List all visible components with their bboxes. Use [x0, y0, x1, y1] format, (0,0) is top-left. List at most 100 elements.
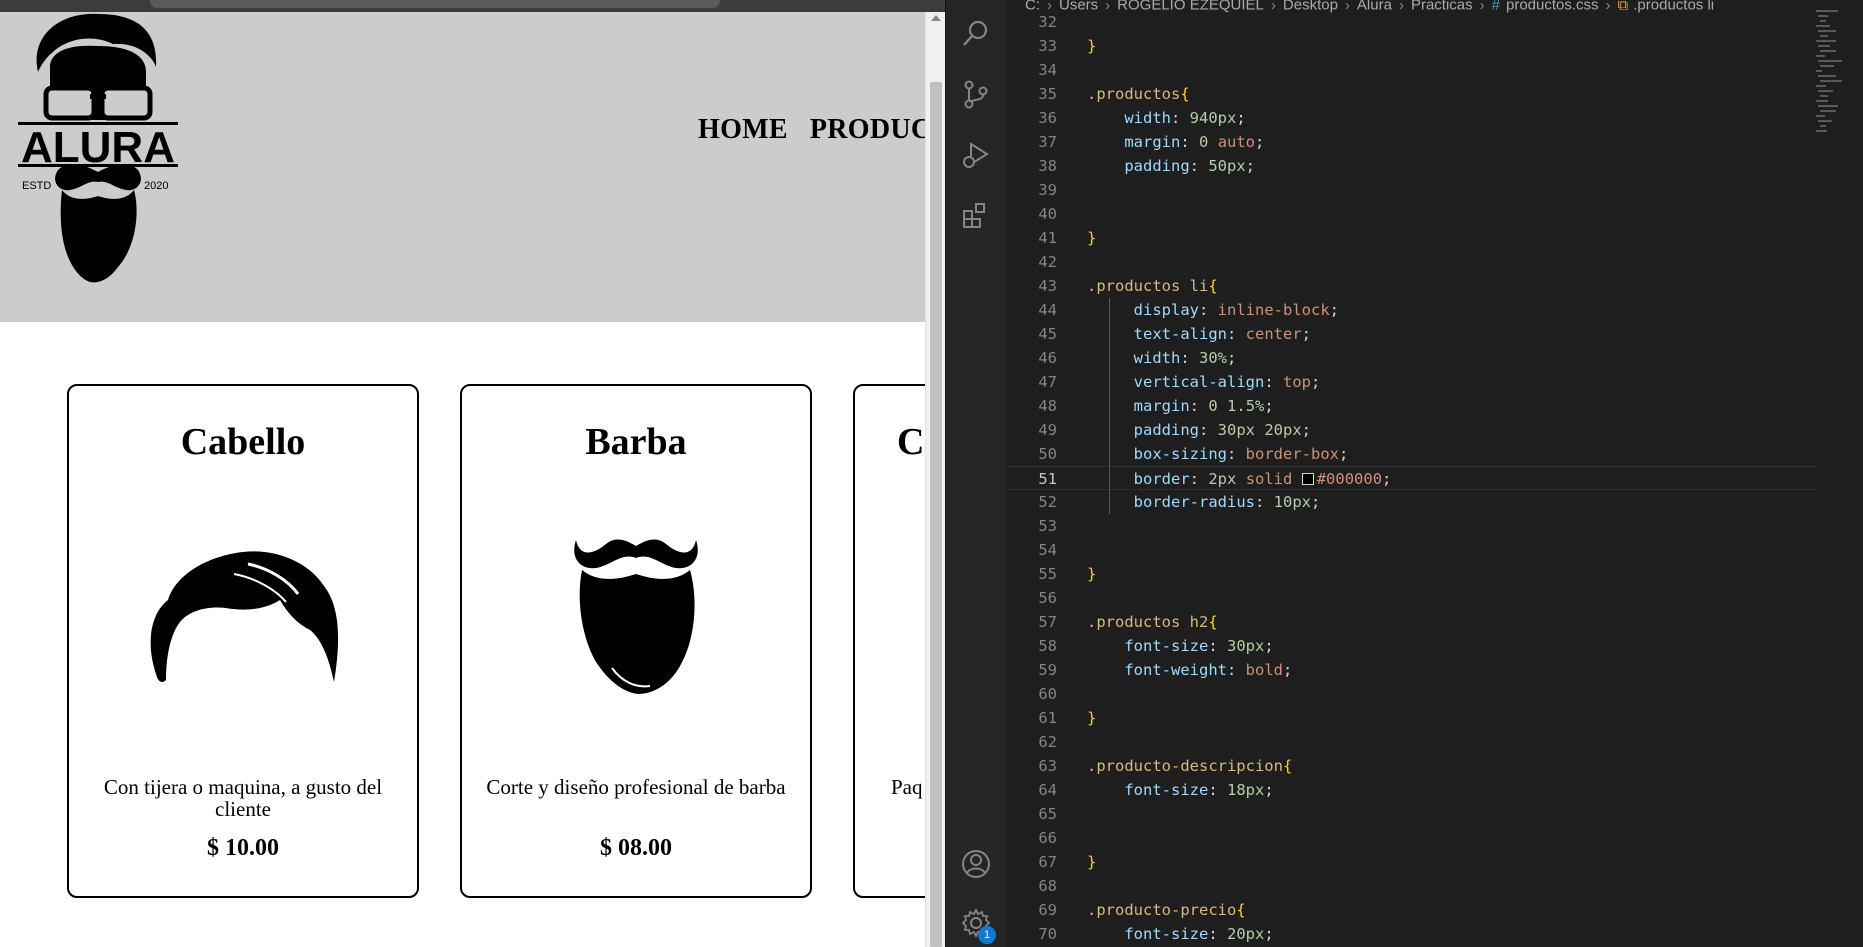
- code-line[interactable]: 42: [1006, 250, 1816, 274]
- code-text: .producto-precio{: [1087, 901, 1246, 919]
- site-nav: HOME PRODUC: [698, 114, 945, 146]
- run-debug-icon[interactable]: [959, 138, 993, 172]
- line-number: 49: [1038, 421, 1057, 439]
- code-line[interactable]: 58 font-size: 30px;: [1006, 634, 1816, 658]
- code-line[interactable]: 53: [1006, 514, 1816, 538]
- code-line[interactable]: 67}: [1006, 850, 1816, 874]
- nav-home-link[interactable]: HOME: [698, 114, 788, 145]
- line-number: 64: [1038, 781, 1057, 799]
- code-text: .productos h2{: [1087, 613, 1218, 631]
- logo-est-text: ESTD: [22, 180, 51, 192]
- product-title: C: [897, 421, 925, 463]
- code-line[interactable]: 63 .producto-descripcion{: [1006, 754, 1816, 778]
- address-bar[interactable]: [150, 0, 720, 8]
- product-card[interactable]: Cabello Con tijera o maquina, a gusto de…: [67, 384, 419, 898]
- source-control-icon[interactable]: [959, 77, 993, 111]
- code-line[interactable]: 49 padding: 30px 20px;: [1006, 418, 1816, 442]
- code-text: font-size: 30px;: [1124, 637, 1274, 655]
- browser-scrollbar[interactable]: [925, 12, 945, 947]
- line-number: 61: [1038, 709, 1057, 727]
- code-line[interactable]: 68: [1006, 874, 1816, 898]
- editor-scrollbar[interactable]: [1849, 0, 1863, 947]
- indent-guide: [1109, 298, 1110, 514]
- code-line[interactable]: 46 width: 30%;: [1006, 346, 1816, 370]
- code-line[interactable]: 33}: [1006, 34, 1816, 58]
- line-number: 48: [1038, 397, 1057, 415]
- code-text: font-size: 18px;: [1124, 781, 1274, 799]
- code-line[interactable]: 47 vertical-align: top;: [1006, 370, 1816, 394]
- code-line[interactable]: 50 box-sizing: border-box;: [1006, 442, 1816, 466]
- code-text: border-radius: 10px;: [1133, 493, 1321, 511]
- code-line[interactable]: 45 text-align: center;: [1006, 322, 1816, 346]
- line-number: 32: [1038, 13, 1057, 31]
- products-section: Cabello Con tijera o maquina, a gusto de…: [0, 322, 925, 947]
- line-number: 57: [1038, 613, 1057, 631]
- code-editor[interactable]: 32 33} 34 35 .productos{36 width: 940px; 37 m…: [1006, 13, 1816, 947]
- browser-window: ALURA ESTD 2020 HOME PRODUC Cabello Con t…: [0, 0, 945, 947]
- code-line[interactable]: 51 border: 2px solid #000000;: [1006, 466, 1816, 490]
- line-number: 40: [1038, 205, 1057, 223]
- code-text: .productos{: [1087, 85, 1190, 103]
- product-price: $ 10.00: [207, 835, 279, 861]
- line-number: 34: [1038, 61, 1057, 79]
- code-line[interactable]: 32: [1006, 10, 1816, 34]
- code-text: text-align: center;: [1133, 325, 1312, 343]
- code-text: }: [1087, 709, 1097, 727]
- code-line[interactable]: 41}: [1006, 226, 1816, 250]
- color-swatch[interactable]: [1301, 473, 1314, 485]
- code-text: font-size: 20px;: [1124, 925, 1274, 943]
- account-icon[interactable]: [959, 847, 993, 881]
- hair-icon: [150, 551, 339, 682]
- line-number: 65: [1038, 805, 1057, 823]
- code-text: .producto-descripcion{: [1087, 757, 1293, 775]
- code-text: margin: 0 auto;: [1124, 133, 1265, 151]
- line-number: 59: [1038, 661, 1057, 679]
- code-line[interactable]: 54: [1006, 538, 1816, 562]
- line-number: 43: [1038, 277, 1057, 295]
- code-line[interactable]: 43 .productos li{: [1006, 274, 1816, 298]
- code-text: }: [1087, 565, 1097, 583]
- code-line[interactable]: 66: [1006, 826, 1816, 850]
- code-line[interactable]: 40: [1006, 202, 1816, 226]
- code-line[interactable]: 39: [1006, 178, 1816, 202]
- code-line[interactable]: 57 .productos h2{: [1006, 610, 1816, 634]
- scrollbar-thumb[interactable]: [930, 82, 942, 947]
- line-number: 66: [1038, 829, 1057, 847]
- code-line[interactable]: 62: [1006, 730, 1816, 754]
- line-number: 60: [1038, 685, 1057, 703]
- code-line[interactable]: 35 .productos{: [1006, 82, 1816, 106]
- search-icon[interactable]: [959, 16, 993, 50]
- code-line[interactable]: 65: [1006, 802, 1816, 826]
- alura-logo[interactable]: ALURA ESTD 2020: [18, 12, 178, 287]
- code-line[interactable]: 59 font-weight: bold;: [1006, 658, 1816, 682]
- vscode-window: 1 C: › Users › ROGELIO EZEQUIEL › Desktop › Alur…: [945, 0, 1863, 947]
- code-line[interactable]: 44 display: inline-block;: [1006, 298, 1816, 322]
- code-line[interactable]: 36 width: 940px;: [1006, 106, 1816, 130]
- line-number: 52: [1038, 493, 1057, 511]
- nav-products-link[interactable]: PRODUC: [810, 114, 932, 145]
- line-number: 46: [1038, 349, 1057, 367]
- code-line[interactable]: 64 font-size: 18px;: [1006, 778, 1816, 802]
- code-line[interactable]: 56: [1006, 586, 1816, 610]
- product-card[interactable]: C Paq: [853, 384, 925, 898]
- code-line[interactable]: 60: [1006, 682, 1816, 706]
- line-number: 50: [1038, 445, 1057, 463]
- code-line[interactable]: 61}: [1006, 706, 1816, 730]
- code-line[interactable]: 69 .producto-precio{: [1006, 898, 1816, 922]
- extensions-icon[interactable]: [959, 198, 993, 232]
- code-line[interactable]: 34: [1006, 58, 1816, 82]
- line-number: 68: [1038, 877, 1057, 895]
- code-line[interactable]: 48 margin: 0 1.5%;: [1006, 394, 1816, 418]
- code-line[interactable]: 70 font-size: 20px;: [1006, 922, 1816, 946]
- code-line[interactable]: 37 margin: 0 auto;: [1006, 130, 1816, 154]
- code-line[interactable]: 52 border-radius: 10px;: [1006, 490, 1816, 514]
- line-number: 56: [1038, 589, 1057, 607]
- scroll-up-arrow-icon[interactable]: [931, 15, 941, 21]
- code-line[interactable]: 55}: [1006, 562, 1816, 586]
- line-number: 41: [1038, 229, 1057, 247]
- product-card[interactable]: Barba Corte y diseño profesional de barb…: [460, 384, 812, 898]
- code-text: vertical-align: top;: [1133, 373, 1321, 391]
- line-number: 39: [1038, 181, 1057, 199]
- code-text: box-sizing: border-box;: [1133, 445, 1349, 463]
- code-line[interactable]: 38 padding: 50px;: [1006, 154, 1816, 178]
